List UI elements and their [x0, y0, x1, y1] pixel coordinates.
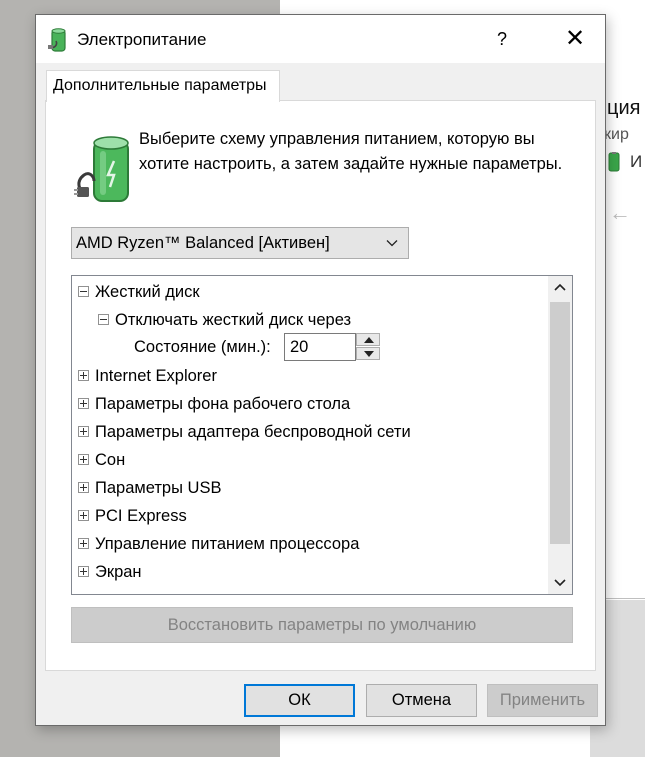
minutes-stepper[interactable] [356, 333, 382, 361]
expand-icon[interactable] [78, 398, 89, 410]
expand-icon[interactable] [78, 370, 89, 382]
background-text: ция [607, 97, 641, 119]
arrow-up-icon [364, 337, 374, 343]
expand-icon[interactable] [78, 510, 89, 522]
description-text: Выберите схему управления питанием, кото… [139, 130, 563, 173]
arrow-down-icon [364, 351, 374, 357]
tree-item[interactable]: Сон [78, 446, 125, 474]
tree-item-label: Управление питанием процессора [95, 535, 360, 553]
collapse-icon[interactable] [98, 314, 109, 326]
close-button[interactable]: ✕ [555, 24, 595, 54]
tree-item-label: PCI Express [95, 507, 187, 525]
tree-item-label: Экран [95, 563, 142, 581]
tree-item[interactable]: Экран [78, 558, 142, 586]
restore-defaults-button[interactable]: Восстановить параметры по умолчанию [71, 607, 573, 643]
vertical-scrollbar[interactable] [548, 276, 572, 594]
expand-icon [78, 594, 89, 595]
expand-icon[interactable] [78, 454, 89, 466]
expand-icon[interactable] [78, 538, 89, 550]
power-battery-icon [74, 136, 129, 202]
battery-icon [608, 152, 620, 172]
expand-icon[interactable] [78, 482, 89, 494]
expand-icon[interactable] [78, 426, 89, 438]
apply-button[interactable]: Применить [487, 684, 598, 717]
power-battery-icon [48, 28, 66, 52]
collapse-icon[interactable] [78, 286, 89, 298]
power-plan-select[interactable]: AMD Ryzen™ Balanced [Активен] [71, 227, 409, 259]
chevron-up-icon [554, 283, 566, 291]
expand-icon[interactable] [78, 566, 89, 578]
tree-item-partial [78, 586, 95, 595]
tree-item[interactable]: Internet Explorer [78, 362, 217, 390]
tree-item[interactable]: Параметры адаптера беспроводной сети [78, 418, 411, 446]
tree-item-label: Параметры фона рабочего стола [95, 395, 351, 413]
tree-item-label: Сон [95, 451, 126, 469]
tree-item[interactable]: Параметры фона рабочего стола [78, 390, 350, 418]
tree-item-turn-off-disk[interactable]: Отключать жесткий диск через [98, 306, 351, 334]
stepper-up-button[interactable] [356, 333, 380, 346]
power-plan-value: AMD Ryzen™ Balanced [Активен] [76, 234, 330, 252]
stepper-down-button[interactable] [356, 347, 380, 360]
settings-panel: Выберите схему управления питанием, кото… [45, 100, 596, 671]
scroll-down-button[interactable] [548, 570, 572, 594]
chevron-down-icon [386, 240, 398, 247]
tab-advanced-settings[interactable]: Дополнительные параметры [46, 70, 280, 102]
tree-item-label: Internet Explorer [95, 367, 217, 385]
state-label: Состояние (мин.): [134, 338, 271, 356]
tree-item-hard-disk[interactable]: Жесткий диск [78, 278, 200, 306]
background-text: кир [604, 126, 629, 143]
tree-item-label: Параметры адаптера беспроводной сети [95, 423, 411, 441]
background-text: И [630, 152, 643, 171]
cancel-button[interactable]: Отмена [366, 684, 477, 717]
power-options-dialog: Электропитание ? ✕ Дополнительные параме… [35, 14, 606, 726]
minutes-input[interactable] [284, 333, 356, 361]
tree-item-label: Отключать жесткий диск через [115, 311, 352, 329]
back-arrow-icon: ← [609, 200, 631, 225]
ok-button[interactable]: ОК [244, 684, 355, 717]
settings-tree[interactable]: Жесткий диск Отключать жесткий диск чере… [71, 275, 573, 595]
window-title: Электропитание [77, 30, 207, 49]
help-button[interactable]: ? [486, 24, 518, 54]
title-bar[interactable]: Электропитание ? ✕ [36, 15, 605, 63]
tree-item-label: Параметры USB [95, 479, 222, 497]
scroll-thumb[interactable] [550, 302, 570, 544]
chevron-down-icon [554, 579, 566, 587]
scroll-up-button[interactable] [548, 276, 572, 300]
tree-item[interactable]: Параметры USB [78, 474, 221, 502]
tree-item[interactable]: PCI Express [78, 502, 187, 530]
tree-item-label: Жесткий диск [95, 283, 200, 301]
tree-item[interactable]: Управление питанием процессора [78, 530, 359, 558]
